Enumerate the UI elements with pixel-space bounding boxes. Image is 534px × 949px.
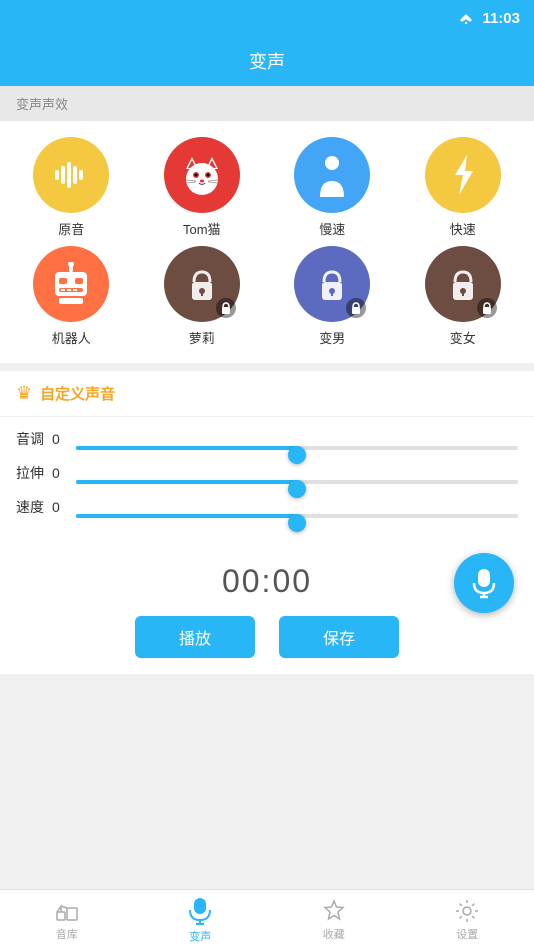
music-nav-icon [54,898,80,924]
effect-label-original: 原音 [58,219,84,238]
effect-icon-male [294,246,370,322]
waveform-icon [53,160,89,190]
mic-fab-button[interactable] [454,553,514,613]
effect-icon-molly [164,246,240,322]
effect-label-slow: 慢速 [319,219,345,238]
pitch-slider-container[interactable] [76,437,518,441]
effect-label-robot: 机器人 [52,328,91,347]
effect-icon-slow [294,137,370,213]
nav-music[interactable]: 音库 [27,898,107,942]
lock-molly-icon [180,262,224,306]
speed-slider-container[interactable] [76,505,518,509]
custom-sound-header: ♛ 自定义声音 [0,371,534,417]
effects-section-label: 变声声效 [0,86,534,121]
nav-voicechange[interactable]: 变声 [160,896,240,944]
effect-icon-tom [164,137,240,213]
nav-music-label: 音库 [56,926,78,942]
lock-small-female-icon [482,302,492,314]
status-bar: 11:03 [0,0,534,36]
effect-label-fast: 快速 [450,219,476,238]
settings-nav-icon [454,898,480,924]
effect-icon-fast [425,137,501,213]
nav-settings-label: 设置 [456,926,478,942]
effects-grid: 原音 [0,121,534,363]
effect-tom[interactable]: Tom猫 [139,137,266,238]
effect-original[interactable]: 原音 [8,137,135,238]
crown-icon: ♛ [16,383,32,404]
lock-small-icon [221,302,231,314]
effect-robot[interactable]: 机器人 [8,246,135,347]
custom-sound-title: 自定义声音 [40,383,115,404]
stretch-value: 0 [52,465,68,481]
nav-favorites-label: 收藏 [323,926,345,942]
speed-label: 速度 [16,497,44,517]
effect-slow[interactable]: 慢速 [269,137,396,238]
voicechange-nav-icon [187,896,213,926]
lock-badge-female [477,298,497,318]
mic-fab-icon [470,567,498,599]
lock-male-icon [310,262,354,306]
effect-label-tom: Tom猫 [183,219,221,238]
main-content: 变声声效 原音 [0,86,534,889]
status-time: 11:03 [482,10,520,27]
stretch-slider-row: 拉伸 0 [16,463,518,483]
lock-badge-molly [216,298,236,318]
effect-icon-robot [33,246,109,322]
status-icons [458,12,474,24]
custom-sound-section: ♛ 自定义声音 音调 0 拉伸 0 速度 [0,371,534,543]
nav-voicechange-label: 变声 [189,928,211,944]
bolt-icon [445,153,481,197]
empty-area [0,674,534,889]
pitch-slider-row: 音调 0 [16,429,518,449]
speed-value: 0 [52,499,68,515]
favorites-nav-icon [321,898,347,924]
person-icon [314,153,350,197]
lock-small-male-icon [351,302,361,314]
robot-icon [49,262,93,306]
stretch-label: 拉伸 [16,463,44,483]
save-button[interactable]: 保存 [279,616,399,658]
speed-slider-row: 速度 0 [16,497,518,517]
effect-molly[interactable]: 萝莉 [139,246,266,347]
effect-fast[interactable]: 快速 [400,137,527,238]
action-buttons: 播放 保存 [135,616,399,658]
sliders-area: 音调 0 拉伸 0 速度 0 [0,417,534,543]
header-title: 变声 [249,48,285,74]
effect-icon-original [33,137,109,213]
pitch-value: 0 [52,431,68,447]
effect-icon-female [425,246,501,322]
effect-female[interactable]: 变女 [400,246,527,347]
timer-area: 00:00 播放 保存 [0,543,534,674]
speed-slider[interactable] [76,514,518,518]
pitch-slider[interactable] [76,446,518,450]
wifi-icon [458,12,474,24]
bottom-nav: 音库 变声 收藏 设置 [0,889,534,949]
timer-display: 00:00 [222,563,312,600]
nav-settings[interactable]: 设置 [427,898,507,942]
app-header: 变声 [0,36,534,86]
stretch-slider-container[interactable] [76,471,518,475]
effect-label-female: 变女 [450,328,476,347]
lock-female-icon [441,262,485,306]
effect-label-male: 变男 [319,328,345,347]
effect-male[interactable]: 变男 [269,246,396,347]
stretch-slider[interactable] [76,480,518,484]
cat-icon [178,151,226,199]
pitch-label: 音调 [16,429,44,449]
nav-favorites[interactable]: 收藏 [294,898,374,942]
lock-badge-male [346,298,366,318]
play-button[interactable]: 播放 [135,616,255,658]
effect-label-molly: 萝莉 [189,328,215,347]
